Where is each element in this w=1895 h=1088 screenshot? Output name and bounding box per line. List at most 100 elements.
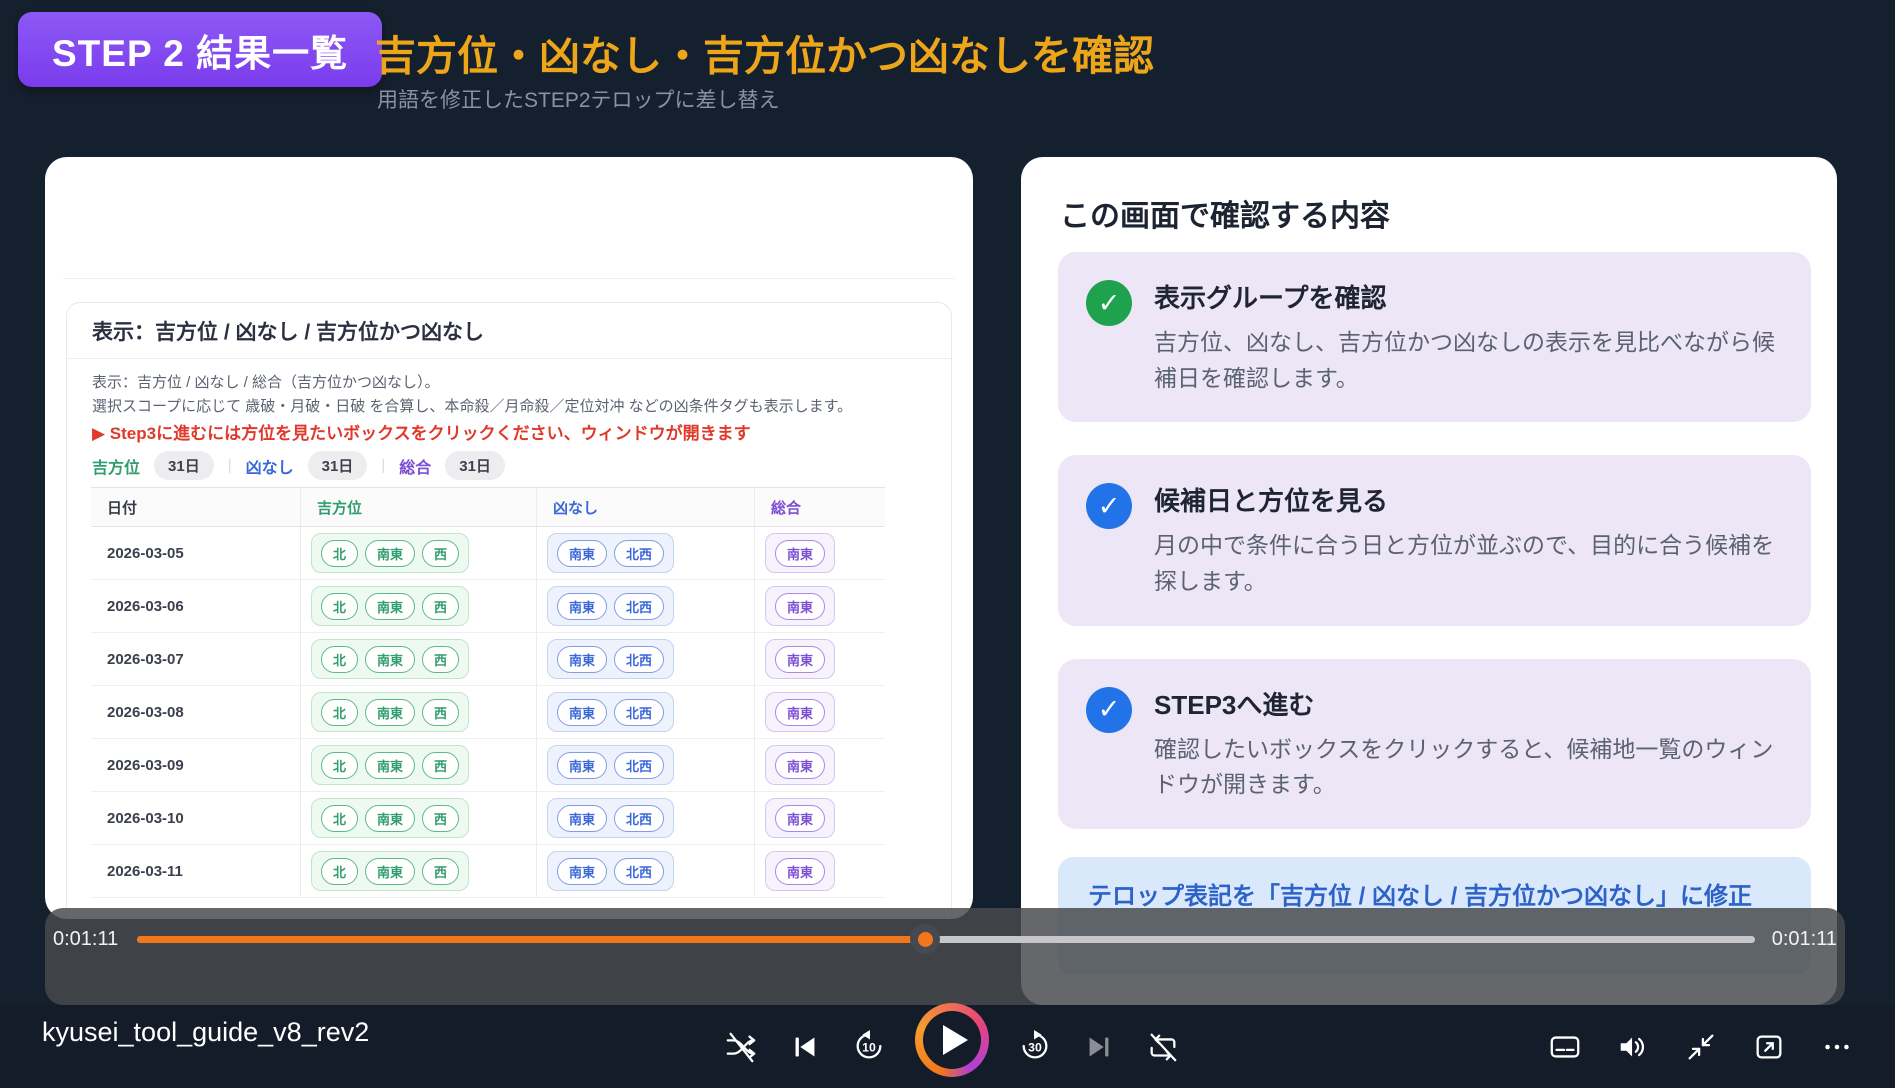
column-header: 総合 (771, 499, 802, 517)
count-label: 総合 (399, 459, 432, 477)
table-row: 2026-03-07 北南東西南東 北西 南東 (91, 633, 885, 686)
seek-handle[interactable] (910, 924, 940, 954)
good-directions-cell: 北南東西 (301, 845, 537, 897)
volume-icon[interactable] (1615, 1029, 1651, 1065)
total-directions-cell: 南東 (755, 792, 885, 844)
direction-group-box: 北南東西 (311, 798, 470, 838)
no-bad-directions-cell: 南東 北西 (537, 792, 755, 844)
direction-chip: 南東 (557, 857, 608, 885)
shuffle-off-icon[interactable] (723, 1029, 759, 1065)
direction-chip: 北西 (614, 645, 665, 673)
count-separator: | (227, 457, 232, 474)
table-header-row: 日付 吉方位 凶なし 総合 (91, 487, 885, 527)
direction-chip: 南東 (775, 698, 826, 726)
no-bad-directions-cell: 南東 北西 (537, 845, 755, 897)
divider (67, 358, 951, 359)
next-track-icon[interactable] (1081, 1029, 1117, 1065)
forward-30-icon[interactable]: 30 (1017, 1029, 1053, 1065)
no-bad-directions-cell: 南東 北西 (537, 739, 755, 791)
seek-bar[interactable] (137, 924, 1755, 954)
direction-group-box: 北南東西 (311, 639, 470, 679)
video-frame-checklist: この画面で確認する内容 ✓ 表示グループを確認 吉方位、凶なし、吉方位かつ凶なしの表… (1021, 157, 1837, 1005)
date-cell: 2026-03-10 (91, 792, 301, 844)
direction-chip: 南東 (775, 857, 826, 885)
good-directions-cell: 北南東西 (301, 792, 537, 844)
direction-group-box: 北南東西 (311, 851, 470, 891)
elapsed-time: 0:01:11 (53, 928, 119, 950)
result-panel-title: 表示：吉方位 / 凶なし / 吉方位かつ凶なし (92, 321, 485, 344)
total-directions-cell: 南東 (755, 845, 885, 897)
direction-chip: 南東 (365, 804, 416, 832)
direction-chip: 南東 (557, 804, 608, 832)
page-subtitle: 用語を修正したSTEP2テロップに差し替え (377, 89, 780, 112)
count-value-badge: 31日 (307, 451, 368, 480)
direction-group-box: 南東 (765, 692, 836, 732)
date-cell: 2026-03-06 (91, 580, 301, 632)
direction-group-box: 南東 北西 (547, 533, 675, 573)
checklist-card: ✓ 候補日と方位を見る月の中で条件に合う日と方位が並ぶので、目的に合う候補を探しま… (1058, 455, 1811, 626)
group-count-row: 吉方位 31日 | 凶なし 31日 | 総合 31日 (92, 451, 505, 480)
direction-chip: 南東 (775, 592, 826, 620)
table-row: 2026-03-09 北南東西南東 北西 南東 (91, 739, 885, 792)
direction-chip: 南東 (557, 751, 608, 779)
count-value-badge: 31日 (445, 451, 505, 480)
checklist-item-title: 表示グループを確認 (1154, 283, 1387, 313)
seek-bar-fill (137, 936, 925, 943)
direction-chip: 西 (422, 698, 460, 726)
exit-fullscreen-icon[interactable] (1683, 1029, 1719, 1065)
step3-instruction: ▶ Step3に進むには方位を見たいボックスをクリックください、ウィンドウが開き… (92, 424, 751, 443)
seek-overlay: 0:01:11 0:01:11 (45, 908, 1845, 1005)
direction-group-box: 南東 北西 (547, 586, 675, 626)
date-cell: 2026-03-11 (91, 845, 301, 897)
repeat-off-icon[interactable] (1145, 1029, 1181, 1065)
direction-group-box: 北南東西 (311, 533, 470, 573)
page-title: 吉方位・凶なし・吉方位かつ凶なしを確認 (375, 33, 1154, 79)
direction-chip: 南東 (365, 539, 416, 567)
direction-group-box: 南東 (765, 639, 836, 679)
checklist-item-body: 月の中で条件に合う日と方位が並ぶので、目的に合う候補を探します。 (1154, 532, 1775, 594)
date-cell: 2026-03-08 (91, 686, 301, 738)
result-table: 日付 吉方位 凶なし 総合 2026-03-05 北南東西南東 北西 南東 2026-03-06… (91, 487, 885, 919)
check-icon: ✓ (1086, 686, 1132, 733)
rewind-10-icon[interactable]: 10 (851, 1029, 887, 1065)
direction-chip: 南東 (557, 539, 608, 567)
table-row: 2026-03-05 北南東西南東 北西 南東 (91, 527, 885, 580)
total-directions-cell: 南東 (755, 580, 885, 632)
direction-chip: 北西 (614, 857, 665, 885)
picture-in-picture-icon[interactable] (1751, 1029, 1787, 1065)
video-frame-tool-screen: 表示：吉方位 / 凶なし / 吉方位かつ凶なし 表示：吉方位 / 凶なし / 総… (45, 157, 973, 919)
checklist-card: ✓ STEP3へ進む確認したいボックスをクリックすると、候補地一覧のウィンドウが開… (1058, 658, 1811, 829)
checklist-title: この画面で確認する内容 (1060, 200, 1390, 233)
play-button[interactable] (915, 1002, 989, 1077)
direction-chip: 南東 (365, 698, 416, 726)
total-directions-cell: 南東 (755, 527, 885, 579)
date-cell: 2026-03-07 (91, 633, 301, 685)
direction-group-box: 北南東西 (311, 692, 470, 732)
direction-group-box: 南東 北西 (547, 745, 675, 785)
direction-chip: 北 (321, 751, 359, 779)
checklist-item-title: 候補日と方位を見る (1154, 486, 1389, 517)
good-directions-cell: 北南東西 (301, 739, 537, 791)
direction-chip: 北西 (614, 804, 665, 832)
checklist-item-body: 確認したいボックスをクリックすると、候補地一覧のウィンドウが開きます。 (1154, 735, 1774, 798)
more-options-icon[interactable] (1819, 1029, 1855, 1065)
subtitles-icon[interactable] (1547, 1029, 1583, 1065)
no-bad-directions-cell: 南東 北西 (537, 686, 755, 738)
direction-group-box: 南東 (765, 851, 836, 891)
no-bad-directions-cell: 南東 北西 (537, 580, 755, 632)
check-icon: ✓ (1086, 280, 1132, 326)
direction-chip: 南東 (365, 592, 416, 620)
check-icon: ✓ (1086, 483, 1132, 530)
direction-chip: 北 (321, 539, 359, 567)
total-directions-cell: 南東 (755, 633, 885, 685)
direction-group-box: 南東 北西 (547, 851, 675, 891)
checklist-item-title: STEP3へ進む (1154, 689, 1315, 720)
direction-chip: 北 (321, 645, 359, 673)
video-filename: kyusei_tool_guide_v8_rev2 (42, 1017, 370, 1047)
total-time: 0:01:11 (1771, 928, 1837, 950)
date-cell: 2026-03-05 (91, 527, 301, 579)
direction-group-box: 南東 (765, 745, 836, 785)
direction-chip: 西 (422, 751, 460, 779)
previous-track-icon[interactable] (787, 1029, 823, 1065)
divider (63, 278, 955, 279)
